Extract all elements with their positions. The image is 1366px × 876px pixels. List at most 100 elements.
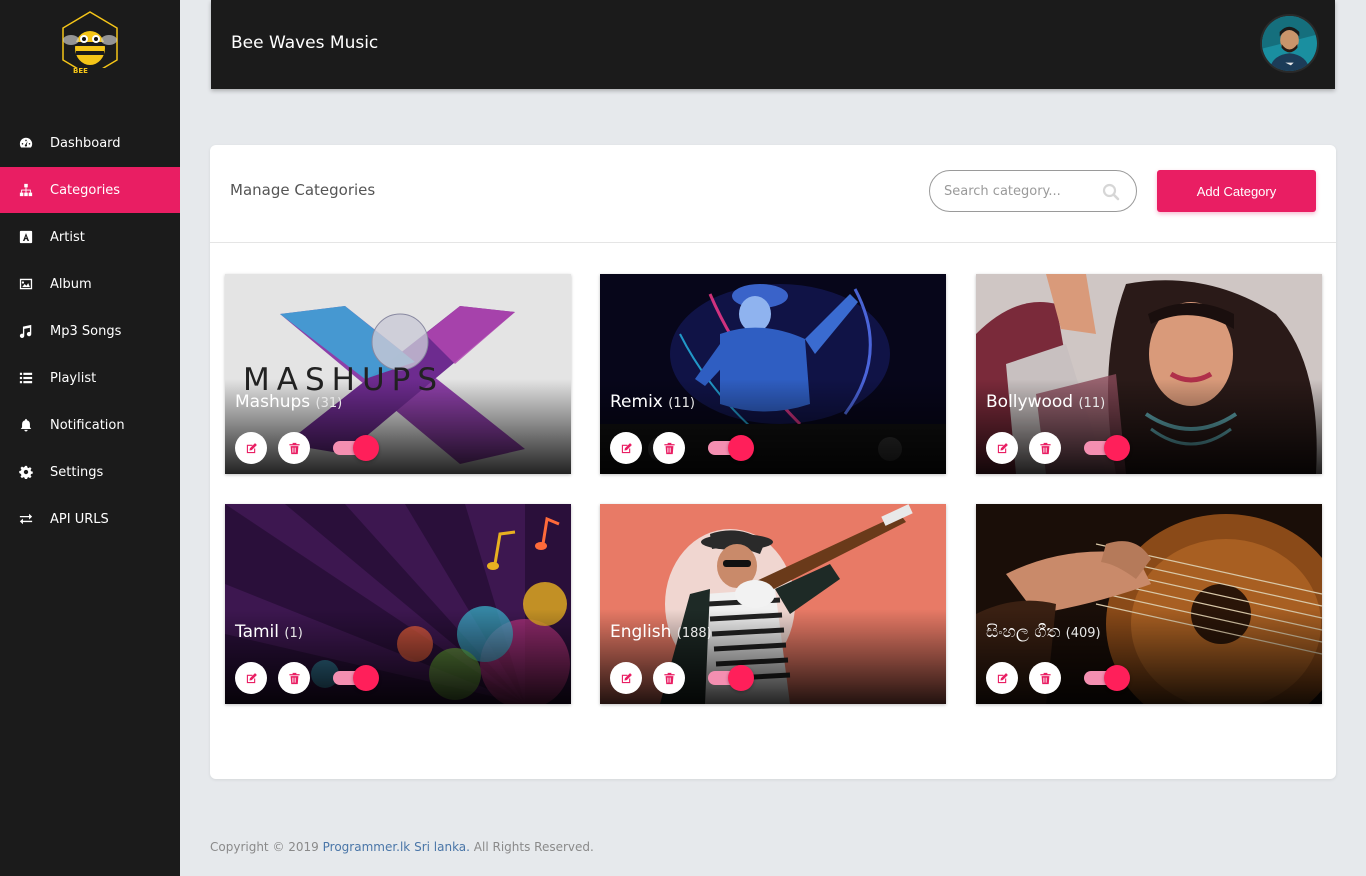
sidebar-item-label: Mp3 Songs (50, 323, 122, 339)
search-icon[interactable] (1102, 183, 1120, 201)
sidebar-item-label: Artist (50, 229, 85, 245)
category-count: (409) (1065, 626, 1101, 641)
logo-text: BEE (73, 67, 88, 75)
delete-button[interactable] (278, 662, 310, 694)
status-toggle[interactable] (333, 435, 379, 461)
delete-button[interactable] (1029, 662, 1061, 694)
edit-icon (246, 442, 257, 453)
toggle-knob (728, 665, 754, 691)
delete-button[interactable] (1029, 432, 1061, 464)
sidebar-item-notification[interactable]: Notification (0, 402, 180, 448)
gear-icon (18, 464, 34, 480)
music-note-icon (18, 323, 34, 339)
edit-button[interactable] (610, 432, 642, 464)
category-card-remix[interactable]: Remix (11) (600, 274, 946, 474)
sidebar-item-label: API URLS (50, 511, 109, 527)
sidebar-item-label: Album (50, 276, 92, 292)
category-count: (188) (676, 626, 712, 641)
sitemap-icon (18, 182, 34, 198)
sidebar-item-mp3-songs[interactable]: Mp3 Songs (0, 308, 180, 354)
category-card-sinhala[interactable]: සිංහල ගීත (409) (976, 504, 1322, 704)
list-icon (18, 370, 34, 386)
header-divider (210, 242, 1336, 243)
app-title: Bee Waves Music (231, 33, 379, 53)
status-toggle[interactable] (333, 665, 379, 691)
trash-icon (288, 442, 300, 454)
trash-icon (1039, 672, 1051, 684)
page-title: Manage Categories (230, 181, 376, 199)
footer-link[interactable]: Programmer.lk Sri lanka. (323, 840, 470, 854)
sidebar-item-label: Playlist (50, 370, 97, 386)
category-title: Remix (11) (610, 392, 695, 412)
edit-icon (621, 442, 632, 453)
delete-button[interactable] (653, 662, 685, 694)
trash-icon (1039, 442, 1051, 454)
footer-suffix: All Rights Reserved. (469, 840, 594, 854)
sidebar-item-label: Categories (50, 182, 121, 198)
delete-button[interactable] (278, 432, 310, 464)
categories-panel: Manage Categories Add Category MASHUPS M… (210, 145, 1336, 779)
search-box (929, 170, 1137, 212)
add-category-button[interactable]: Add Category (1157, 170, 1316, 212)
category-name: English (610, 622, 672, 642)
category-title: සිංහල ගීත (409) (986, 622, 1101, 642)
toggle-knob (1104, 435, 1130, 461)
category-name: Mashups (235, 392, 311, 412)
footer-prefix: Copyright © 2019 (210, 840, 323, 854)
toggle-knob (1104, 665, 1130, 691)
sidebar-item-dashboard[interactable]: Dashboard (0, 120, 180, 166)
search-input[interactable] (944, 181, 1094, 201)
category-count: (11) (1078, 396, 1106, 411)
edit-button[interactable] (235, 662, 267, 694)
category-name: Remix (610, 392, 663, 412)
edit-button[interactable] (610, 662, 642, 694)
status-toggle[interactable] (708, 435, 754, 461)
delete-button[interactable] (653, 432, 685, 464)
category-count: (31) (315, 396, 343, 411)
edit-icon (621, 672, 632, 683)
footer: Copyright © 2019 Programmer.lk Sri lanka… (210, 840, 594, 854)
category-card-bollywood[interactable]: Bollywood (11) (976, 274, 1322, 474)
status-toggle[interactable] (1084, 665, 1130, 691)
category-count: (1) (284, 626, 303, 641)
edit-icon (997, 442, 1008, 453)
toggle-knob (728, 435, 754, 461)
edit-icon (246, 672, 257, 683)
edit-button[interactable] (986, 662, 1018, 694)
category-title: Mashups (31) (235, 392, 342, 412)
artist-icon (18, 229, 34, 245)
sidebar-item-label: Notification (50, 417, 125, 433)
bell-icon (18, 417, 34, 433)
category-count: (11) (668, 396, 695, 411)
category-card-english[interactable]: English (188) (600, 504, 946, 704)
edit-button[interactable] (235, 432, 267, 464)
trash-icon (663, 672, 675, 684)
category-title: Bollywood (11) (986, 392, 1105, 412)
category-title: Tamil (1) (235, 622, 303, 642)
sidebar-nav: Dashboard Categories Artist Album Mp3 So… (0, 120, 180, 543)
dashboard-icon (18, 135, 34, 151)
sidebar-item-album[interactable]: Album (0, 261, 180, 307)
trash-icon (663, 442, 675, 454)
category-card-mashups[interactable]: MASHUPS Mashups (31) (225, 274, 571, 474)
trash-icon (288, 672, 300, 684)
category-card-tamil[interactable]: Tamil (1) (225, 504, 571, 704)
sidebar-item-settings[interactable]: Settings (0, 449, 180, 495)
sidebar-item-label: Dashboard (50, 135, 121, 151)
bee-logo[interactable]: BEE (55, 10, 125, 80)
category-name: Bollywood (986, 392, 1074, 412)
category-title: English (188) (610, 622, 712, 642)
status-toggle[interactable] (708, 665, 754, 691)
top-bar: Bee Waves Music (211, 0, 1335, 89)
user-avatar[interactable] (1260, 14, 1319, 73)
sidebar-item-api-urls[interactable]: API URLS (0, 496, 180, 542)
sidebar-item-categories[interactable]: Categories (0, 167, 180, 213)
edit-button[interactable] (986, 432, 1018, 464)
toggle-knob (353, 435, 379, 461)
category-name: සිංහල ගීත (986, 622, 1061, 642)
sidebar-item-playlist[interactable]: Playlist (0, 355, 180, 401)
sidebar-item-artist[interactable]: Artist (0, 214, 180, 260)
status-toggle[interactable] (1084, 435, 1130, 461)
category-name: Tamil (235, 622, 279, 642)
edit-icon (997, 672, 1008, 683)
